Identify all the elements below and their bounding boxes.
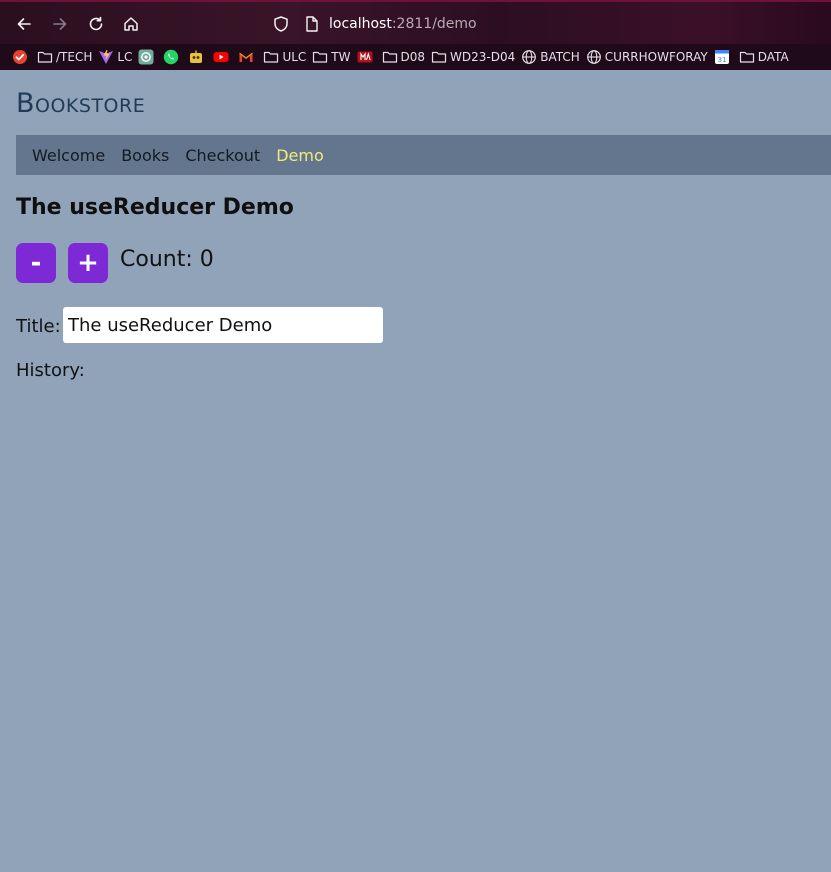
brand-title: Bookstore	[16, 88, 146, 119]
gmail-icon	[238, 49, 254, 65]
youtube-icon	[213, 49, 229, 65]
nav-checkout[interactable]: Checkout	[185, 146, 260, 165]
title-label: Title:	[16, 316, 61, 337]
reload-icon	[89, 16, 103, 31]
bookmark-label: DATA	[757, 50, 789, 64]
calendar-icon: 31	[714, 49, 730, 65]
globe-icon	[521, 49, 537, 65]
bookmark-label: WD23-D04	[450, 50, 516, 64]
page-title: The useReducer Demo	[16, 195, 294, 220]
bookmark-item[interactable]	[238, 44, 257, 70]
title-input[interactable]	[63, 307, 383, 343]
folder-icon	[431, 49, 447, 65]
bookmark-item[interactable]: ULC	[263, 44, 306, 70]
bookmark-item[interactable]: D08	[382, 44, 426, 70]
bookmark-item[interactable]	[163, 44, 182, 70]
page-icon	[306, 16, 318, 32]
globe-icon	[586, 49, 602, 65]
url-text[interactable]: localhost:2811/demo	[329, 16, 477, 32]
bookmark-item[interactable]: TW	[312, 44, 351, 70]
folder-icon	[37, 49, 53, 65]
bookmark-item[interactable]: WD23-D04	[431, 44, 515, 70]
bot-icon	[188, 49, 204, 65]
nav-demo[interactable]: Demo	[276, 146, 324, 165]
folder-icon	[263, 49, 279, 65]
shield-icon[interactable]	[272, 15, 290, 33]
bookmark-label: LC	[117, 50, 133, 64]
todo-check-icon	[12, 49, 28, 65]
forward-arrow-icon	[53, 18, 67, 30]
bookmark-label: ULC	[282, 50, 307, 64]
bookmark-item[interactable]: 31	[714, 44, 733, 70]
bookmark-label: BATCH	[540, 50, 580, 64]
count-display: Count: 0	[120, 247, 214, 272]
bookmark-label: D08	[400, 50, 426, 64]
chatgpt-icon	[138, 49, 154, 65]
history-label: History:	[16, 360, 85, 381]
home-icon	[124, 17, 138, 31]
bookmark-item[interactable]: DATA	[739, 44, 789, 70]
back-arrow-icon	[17, 18, 31, 30]
bookmark-item[interactable]: CURRHOWFORAY	[586, 44, 708, 70]
folder-icon	[739, 49, 755, 65]
bookmark-label: CURRHOWFORAY	[604, 50, 708, 64]
marvel-icon	[357, 49, 373, 65]
bookmark-item[interactable]	[138, 44, 157, 70]
bookmark-label: /TECH	[56, 50, 93, 64]
increment-button[interactable]: +	[68, 243, 108, 283]
whatsapp-icon	[163, 49, 179, 65]
nav-books[interactable]: Books	[121, 146, 169, 165]
bookmarks-bar: /TECH LC ULC TW D08 WD23-D04 BATCH CURRHOWFORAY…	[0, 44, 831, 70]
url-host: localhost	[329, 16, 392, 32]
vite-icon	[98, 49, 114, 65]
bookmark-label: TW	[331, 50, 351, 64]
bookmark-item[interactable]: /TECH	[37, 44, 92, 70]
browser-toolbar: localhost:2811/demo	[0, 0, 831, 44]
nav-welcome[interactable]: Welcome	[32, 146, 105, 165]
folder-icon	[382, 49, 398, 65]
bookmark-item[interactable]	[12, 44, 31, 70]
back-button[interactable]	[10, 10, 38, 38]
svg-text:31: 31	[717, 56, 726, 64]
bookmark-item[interactable]: BATCH	[521, 44, 580, 70]
bookmark-item[interactable]: LC	[98, 44, 132, 70]
url-path: :2811/demo	[391, 16, 477, 32]
forward-button[interactable]	[46, 10, 74, 38]
address-bar[interactable]: localhost:2811/demo	[262, 8, 831, 40]
home-button[interactable]	[117, 10, 145, 38]
bookmark-item[interactable]	[188, 44, 207, 70]
folder-icon	[312, 49, 328, 65]
decrement-button[interactable]: -	[16, 243, 56, 283]
main-nav: Welcome Books Checkout Demo	[16, 135, 831, 175]
bookmark-item[interactable]	[357, 44, 376, 70]
reload-button[interactable]	[82, 10, 110, 38]
bookmark-item[interactable]	[213, 44, 232, 70]
